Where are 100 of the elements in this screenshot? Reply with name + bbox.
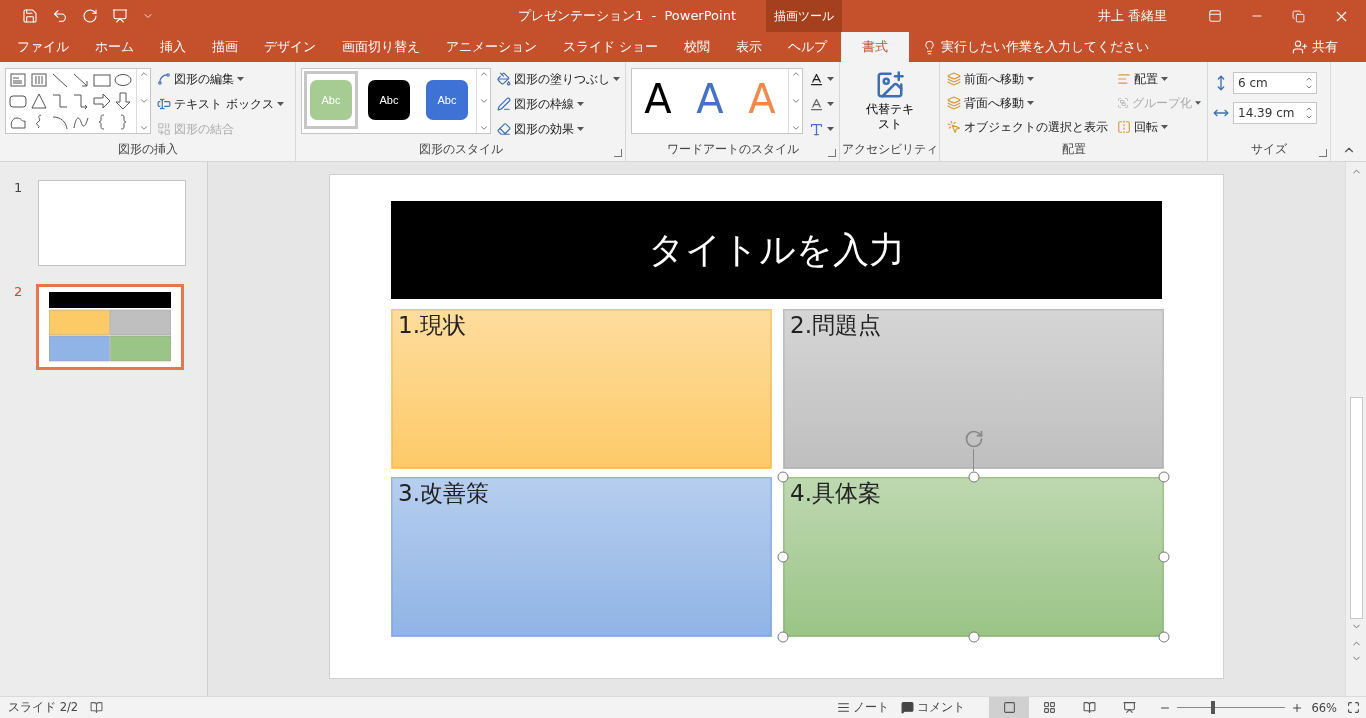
more-icon[interactable] <box>138 123 149 133</box>
edit-points-icon <box>157 72 171 86</box>
slide-counter: スライド 2/2 <box>8 700 79 715</box>
ribbon-tab[interactable]: 書式 <box>841 32 909 62</box>
ribbon-command[interactable]: 前面へ移動 <box>945 68 1111 90</box>
scroll-down-icon[interactable] <box>478 96 489 106</box>
normal-view-icon <box>1002 701 1016 714</box>
group-label: 図形の挿入 <box>117 141 178 158</box>
wordart-preset[interactable]: A <box>684 69 736 129</box>
dialog-launcher-icon[interactable] <box>614 149 622 157</box>
grid-icon <box>1042 701 1056 714</box>
ribbon-command[interactable]: 回転 <box>1115 116 1203 138</box>
content-box[interactable]: 2.問題点 <box>783 309 1164 469</box>
ribbon-tab[interactable]: 挿入 <box>148 32 198 62</box>
title-placeholder[interactable]: タイトルを入力 <box>391 201 1162 299</box>
style-preset[interactable]: Abc <box>420 71 474 129</box>
triangle-icon[interactable] <box>29 91 49 111</box>
resize-handle[interactable] <box>1158 551 1170 563</box>
caret-icon <box>237 77 244 81</box>
fit-to-window-icon[interactable] <box>1347 701 1360 714</box>
ribbon-tab[interactable]: ヘルプ <box>776 32 839 62</box>
width-field[interactable]: 14.39 cm <box>1233 102 1317 124</box>
caret-icon <box>577 102 584 106</box>
scroll-up-icon[interactable] <box>478 69 489 79</box>
style-preset[interactable]: Abc <box>362 71 416 129</box>
scroll-up-icon[interactable] <box>790 69 801 79</box>
share-button[interactable]: 共有 <box>1286 32 1344 62</box>
alt-text-button[interactable]: 代替テキスト <box>863 68 916 141</box>
ribbon-command[interactable]: 背面へ移動 <box>945 92 1111 114</box>
caret-icon <box>1027 101 1034 105</box>
spin-down-icon[interactable] <box>1305 83 1313 91</box>
content-box[interactable]: 4.具体案 <box>783 477 1164 637</box>
ribbon-tab[interactable]: 表示 <box>724 32 774 62</box>
comments-button[interactable]: コメント <box>895 697 972 718</box>
scroll-down-icon[interactable] <box>790 96 801 106</box>
height-value: 6 cm <box>1238 76 1268 90</box>
text-box-icon[interactable] <box>8 70 28 90</box>
resize-handle[interactable] <box>777 471 789 483</box>
elbow-connector-icon[interactable] <box>50 91 70 111</box>
ribbon-command[interactable]: 図形の効果 <box>495 118 622 140</box>
ribbon-command[interactable]: 図形の枠線 <box>495 93 622 115</box>
caret-icon <box>276 102 284 106</box>
content-box[interactable]: 1.現状 <box>391 309 772 469</box>
ribbon-tab[interactable]: 画面切り替え <box>330 32 432 62</box>
slide-thumbnail[interactable] <box>36 284 184 370</box>
scroll-down-icon[interactable] <box>138 96 149 106</box>
content-box[interactable]: 3.改善策 <box>391 477 772 637</box>
book-icon <box>1082 701 1096 714</box>
resize-handle[interactable] <box>777 551 789 563</box>
resize-handle[interactable] <box>968 631 979 643</box>
slide-title: タイトルを入力 <box>648 227 905 272</box>
save-icon <box>22 8 38 24</box>
ribbon-command[interactable]: 図形の塗りつぶし <box>495 68 622 90</box>
caret-icon <box>613 77 620 81</box>
caret-icon <box>1161 77 1168 81</box>
zoom-in-icon[interactable] <box>1291 701 1304 714</box>
height-field[interactable]: 6 cm <box>1233 72 1317 94</box>
spin-down-icon[interactable] <box>1305 113 1313 121</box>
slide-thumbnail[interactable] <box>38 180 186 266</box>
right-arrow-icon[interactable] <box>92 91 112 111</box>
caret-icon <box>1027 77 1034 81</box>
undo-icon <box>52 8 68 24</box>
text-outline-icon <box>809 96 824 112</box>
scroll-up-icon[interactable] <box>138 69 149 79</box>
ribbon-command[interactable]: 配置 <box>1115 68 1203 90</box>
caret-icon <box>1161 125 1168 129</box>
vertical-text-box-icon[interactable] <box>29 70 49 90</box>
spin-up-icon[interactable] <box>1305 75 1313 83</box>
more-icon[interactable] <box>478 123 489 133</box>
ribbon-tab[interactable]: ファイル <box>5 32 81 62</box>
dialog-launcher-icon[interactable] <box>1319 149 1327 157</box>
resize-handle[interactable] <box>1158 471 1170 483</box>
down-arrow-icon[interactable] <box>113 91 133 111</box>
wordart-preset[interactable]: A <box>632 69 684 129</box>
rotate-handle[interactable] <box>963 429 984 449</box>
zoom-thumb[interactable] <box>1211 701 1216 714</box>
ribbon-command[interactable]: オブジェクトの選択と表示 <box>945 116 1111 138</box>
more-icon[interactable] <box>790 123 801 133</box>
ribbon-command[interactable]: 図形の編集 <box>155 68 286 90</box>
tell-me-field[interactable]: 実行したい作業を入力してください <box>941 38 1149 56</box>
notes-button[interactable]: ノート <box>831 697 896 718</box>
resize-handle[interactable] <box>777 631 789 643</box>
resize-handle[interactable] <box>968 471 979 483</box>
spin-up-icon[interactable] <box>1305 105 1313 113</box>
ribbon-tab[interactable]: 校閲 <box>672 32 722 62</box>
ribbon-command[interactable]: テキスト ボックス <box>155 93 286 115</box>
scrollbar-thumb[interactable] <box>1349 397 1363 619</box>
resize-handle[interactable] <box>1158 631 1170 643</box>
dialog-launcher-icon[interactable] <box>828 149 836 157</box>
style-swatch: Abc <box>426 80 468 120</box>
ribbon-tab[interactable]: 描画 <box>200 32 250 62</box>
box-label: 1.現状 <box>398 312 466 338</box>
user-name: 井上 香緒里 <box>1098 7 1169 25</box>
ribbon-tab[interactable]: デザイン <box>252 32 328 62</box>
group-icon <box>1117 96 1129 110</box>
caret-icon <box>1195 101 1201 105</box>
ribbon-tab[interactable]: スライド ショー <box>551 32 670 62</box>
ribbon-tab[interactable]: アニメーション <box>434 32 549 62</box>
ribbon-tab[interactable]: ホーム <box>83 32 146 62</box>
view-button[interactable] <box>989 697 1030 718</box>
